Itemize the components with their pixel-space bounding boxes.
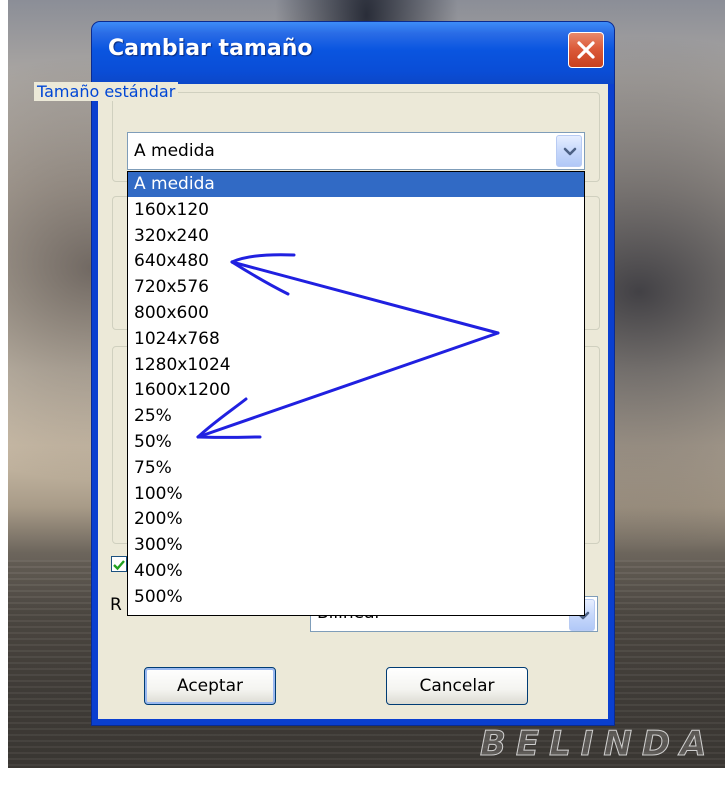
size-option[interactable]: 160x120 [128,198,584,223]
size-option[interactable]: 200% [128,507,584,532]
size-option[interactable]: 320x240 [128,224,584,249]
size-option[interactable]: 720x576 [128,275,584,300]
size-option[interactable]: 50% [128,430,584,455]
cancel-button[interactable]: Cancelar [386,667,528,705]
dropdown-arrow-button[interactable] [556,135,582,167]
close-icon [577,41,595,59]
chevron-down-icon [563,147,577,156]
size-option[interactable]: 100% [128,482,584,507]
size-option[interactable]: 25% [128,404,584,429]
dialog-title: Cambiar tamaño [108,36,313,61]
dialog-titlebar[interactable]: Cambiar tamaño [92,22,614,84]
size-option[interactable]: 300% [128,533,584,558]
keep-aspect-checkbox[interactable] [111,556,127,572]
size-option[interactable]: 800x600 [128,301,584,326]
standard-size-value: A medida [134,141,215,161]
standard-size-label: Tamaño estándar [34,82,179,101]
standard-size-select[interactable]: A medida [127,132,585,170]
size-option[interactable]: 1600x1200 [128,378,584,403]
belinda-watermark: BELINDA [480,724,717,765]
checkmark-icon [113,560,125,571]
size-option[interactable]: 500% [128,585,584,610]
ok-button[interactable]: Aceptar [144,667,276,705]
size-option[interactable]: 1024x768 [128,327,584,352]
size-option[interactable]: A medida [128,172,584,197]
size-dropdown-list[interactable]: A medida 160x120 320x240 640x480 720x576 800x… [127,171,585,616]
size-option[interactable]: 640x480 [128,249,584,274]
size-option[interactable]: 400% [128,559,584,584]
close-button[interactable] [568,32,604,68]
size-option[interactable]: 1280x1024 [128,353,584,378]
resample-label: R [110,595,122,615]
size-option[interactable]: 75% [128,456,584,481]
